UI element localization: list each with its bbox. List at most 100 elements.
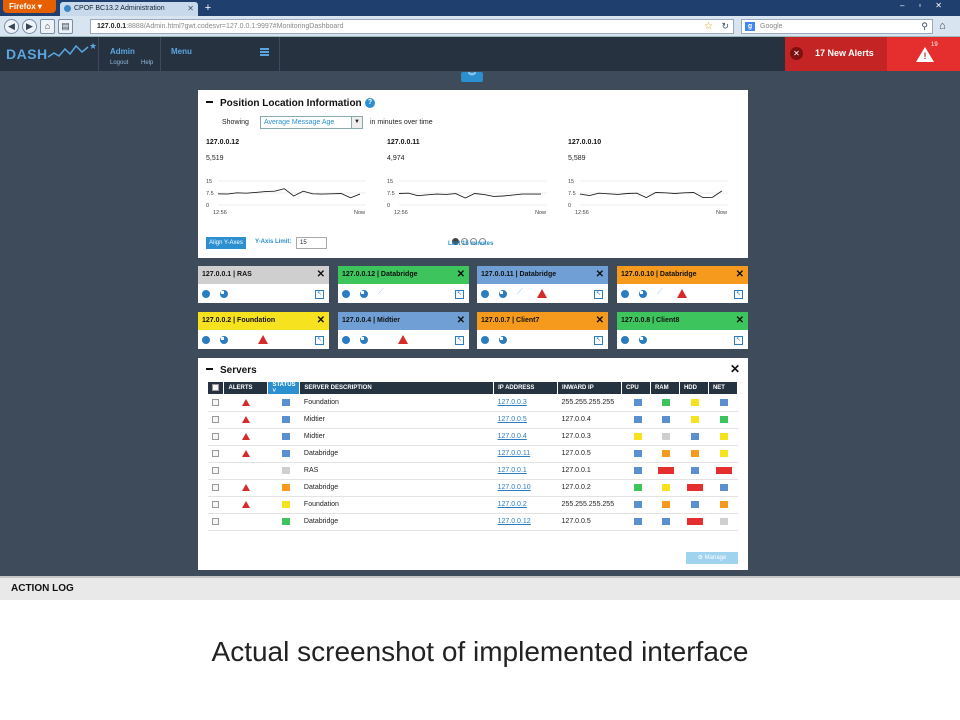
window-controls[interactable]: –▫✕ xyxy=(900,1,956,10)
expand-icon[interactable]: ↖ xyxy=(734,290,743,299)
hamburger-icon[interactable] xyxy=(260,48,269,56)
collapse-toggle-icon[interactable]: ︾ xyxy=(461,72,483,82)
tile-close-icon[interactable]: ✕ xyxy=(736,266,744,284)
help-link[interactable]: Help xyxy=(141,60,153,66)
gear-icon[interactable] xyxy=(481,290,489,298)
col-inward-ip[interactable]: INWARD IP xyxy=(557,382,622,394)
tile-close-icon[interactable]: ✕ xyxy=(457,312,465,330)
pie-chart-icon[interactable] xyxy=(499,336,507,344)
waveform-icon[interactable]: ⟋ xyxy=(378,287,384,297)
alert-icon[interactable] xyxy=(241,449,250,457)
alert-icon[interactable] xyxy=(677,289,687,298)
ip-link[interactable]: 127.0.0.2 xyxy=(498,501,527,508)
server-tile[interactable]: 127.0.0.7 | Client7 ✕ ↖ xyxy=(477,312,608,349)
gear-icon[interactable] xyxy=(481,336,489,344)
gear-icon[interactable] xyxy=(621,290,629,298)
table-row[interactable]: Foundation 127.0.0.3 255.255.255.255 xyxy=(208,394,738,412)
row-checkbox[interactable] xyxy=(212,483,219,491)
gear-icon[interactable] xyxy=(621,336,629,344)
tile-close-icon[interactable]: ✕ xyxy=(317,266,325,284)
tile-close-icon[interactable]: ✕ xyxy=(736,312,744,330)
pie-chart-icon[interactable] xyxy=(220,290,228,298)
tile-close-icon[interactable]: ✕ xyxy=(596,312,604,330)
ip-link[interactable]: 127.0.0.4 xyxy=(498,433,527,440)
pie-chart-icon[interactable] xyxy=(499,290,507,298)
gear-icon[interactable] xyxy=(342,290,350,298)
server-tile[interactable]: 127.0.0.10 | Databridge ✕ ⟋ ↖ xyxy=(617,266,748,303)
expand-icon[interactable]: ↖ xyxy=(734,336,743,345)
browser-search-input[interactable]: g Google ⚲ xyxy=(741,19,933,34)
table-row[interactable]: Foundation 127.0.0.2 255.255.255.255 xyxy=(208,496,738,514)
alert-icon[interactable] xyxy=(241,415,250,423)
reload-icon[interactable]: ↻ xyxy=(721,20,729,33)
pie-chart-icon[interactable] xyxy=(360,290,368,298)
row-checkbox[interactable] xyxy=(212,466,219,474)
server-tile[interactable]: 127.0.0.11 | Databridge ✕ ⟋ ↖ xyxy=(477,266,608,303)
home-button-icon[interactable]: ⌂ xyxy=(40,19,55,34)
ip-link[interactable]: 127.0.0.1 xyxy=(498,467,527,474)
bookmark-icon[interactable]: ▤ xyxy=(58,19,73,34)
select-all-checkbox[interactable] xyxy=(212,384,219,392)
ip-link[interactable]: 127.0.0.10 xyxy=(498,484,531,491)
pie-chart-icon[interactable] xyxy=(220,336,228,344)
address-bar[interactable]: 127.0.0.1:8888/Admin.html?gwt.codesvr=12… xyxy=(90,19,734,34)
star-icon[interactable]: ☆ xyxy=(704,20,713,33)
expand-icon[interactable]: ↖ xyxy=(594,290,603,299)
ip-link[interactable]: 127.0.0.11 xyxy=(498,450,531,457)
tile-close-icon[interactable]: ✕ xyxy=(596,266,604,284)
col-ip[interactable]: IP ADDRESS xyxy=(493,382,559,394)
table-row[interactable]: Databridge 127.0.0.10 127.0.0.2 xyxy=(208,479,738,497)
col-net[interactable]: NET xyxy=(708,382,739,394)
manage-button[interactable]: ⚙ Manage xyxy=(686,552,738,564)
col-status[interactable]: STATUS ˅ xyxy=(267,382,301,394)
server-tile[interactable]: 127.0.0.4 | Midtier ✕ ↖ xyxy=(338,312,469,349)
ip-link[interactable]: 127.0.0.12 xyxy=(498,518,531,525)
logout-link[interactable]: Logout xyxy=(110,60,128,66)
align-y-axes-button[interactable]: Align Y-Axes xyxy=(206,237,246,249)
tile-close-icon[interactable]: ✕ xyxy=(317,312,325,330)
gear-icon[interactable] xyxy=(202,290,210,298)
table-row[interactable]: Databridge 127.0.0.12 127.0.0.5 xyxy=(208,513,738,531)
help-icon[interactable]: ? xyxy=(365,98,375,108)
back-icon[interactable]: ◀ xyxy=(4,19,19,34)
alert-icon[interactable] xyxy=(241,483,250,491)
row-checkbox[interactable] xyxy=(212,500,219,508)
browser-tab[interactable]: CPOF BC13.2 Administration ✕ xyxy=(60,2,198,16)
gear-icon[interactable] xyxy=(202,336,210,344)
new-alerts-button[interactable]: ✕ 17 New Alerts xyxy=(785,37,887,71)
server-tile[interactable]: 127.0.0.2 | Foundation ✕ ↖ xyxy=(198,312,329,349)
action-log-bar[interactable]: ACTION LOG xyxy=(0,576,960,600)
forward-icon[interactable]: ▶ xyxy=(22,19,37,34)
col-cpu[interactable]: CPU xyxy=(621,382,651,394)
expand-icon[interactable]: ↖ xyxy=(594,336,603,345)
alert-icon[interactable] xyxy=(241,432,250,440)
table-row[interactable]: RAS 127.0.0.1 127.0.0.1 xyxy=(208,462,738,480)
table-row[interactable]: Midtier 127.0.0.5 127.0.0.4 xyxy=(208,411,738,429)
collapse-icon[interactable] xyxy=(206,368,213,371)
close-icon[interactable]: ✕ xyxy=(730,362,740,376)
expand-icon[interactable]: ↖ xyxy=(455,290,464,299)
col-ram[interactable]: RAM xyxy=(650,382,680,394)
col-description[interactable]: SERVER DESCRIPTION xyxy=(299,382,495,394)
alert-icon[interactable] xyxy=(537,289,547,298)
metric-select[interactable]: Average Message Age ▼ xyxy=(260,116,363,129)
y-axis-limit-input[interactable]: 15 xyxy=(296,237,327,249)
col-alerts[interactable]: ALERTS xyxy=(223,382,269,394)
ip-link[interactable]: 127.0.0.5 xyxy=(498,416,527,423)
waveform-icon[interactable]: ⟋ xyxy=(657,287,663,297)
pie-chart-icon[interactable] xyxy=(639,290,647,298)
collapse-icon[interactable] xyxy=(206,101,213,104)
time-range-label[interactable]: Last 15 minutes xyxy=(448,241,493,247)
alert-summary-button[interactable]: ! 19 xyxy=(887,37,960,71)
row-checkbox[interactable] xyxy=(212,398,219,406)
row-checkbox[interactable] xyxy=(212,415,219,423)
alert-icon[interactable] xyxy=(258,335,268,344)
server-tile[interactable]: 127.0.0.12 | Databridge ✕ ⟋ ↖ xyxy=(338,266,469,303)
gear-icon[interactable] xyxy=(342,336,350,344)
expand-icon[interactable]: ↖ xyxy=(455,336,464,345)
row-checkbox[interactable] xyxy=(212,517,219,525)
firefox-menu-button[interactable]: Firefox ▾ xyxy=(3,0,56,13)
alert-icon[interactable] xyxy=(398,335,408,344)
menu-label[interactable]: Menu xyxy=(171,47,192,56)
dismiss-alerts-icon[interactable]: ✕ xyxy=(790,47,803,60)
